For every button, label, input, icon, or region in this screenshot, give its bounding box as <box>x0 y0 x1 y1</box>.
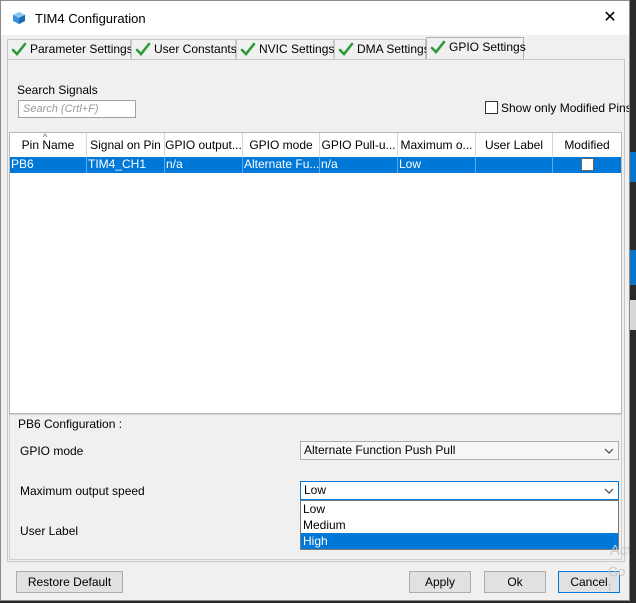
max-speed-label: Maximum output speed <box>20 484 145 498</box>
window-title: TIM4 Configuration <box>35 11 146 26</box>
table-row[interactable]: PB6 TIM4_CH1 n/a Alternate Fu... n/a Low <box>10 157 621 173</box>
column-header[interactable]: GPIO output... <box>165 133 243 157</box>
background-window-strip <box>630 300 636 330</box>
cell-pin-name: PB6 <box>10 157 87 173</box>
watermark-text: Act <box>610 542 630 559</box>
background-window-strip <box>630 152 636 182</box>
chevron-down-icon <box>604 448 614 454</box>
cell-user-label <box>476 157 553 173</box>
cell-modified <box>553 157 621 173</box>
speed-option-low[interactable]: Low <box>301 501 618 517</box>
check-icon <box>240 42 256 56</box>
watermark-text: Go t <box>608 564 626 594</box>
signals-table: ^ Pin Name Signal on Pin GPIO output... … <box>9 132 622 414</box>
speed-option-medium[interactable]: Medium <box>301 517 618 533</box>
sort-up-icon: ^ <box>43 133 48 142</box>
gpio-settings-panel: Search Signals Show only Modified Pins ^… <box>7 59 629 562</box>
column-header[interactable]: GPIO mode <box>243 133 320 157</box>
tab-nvic-settings[interactable]: NVIC Settings <box>236 39 334 59</box>
gpio-mode-select[interactable]: Alternate Function Push Pull <box>300 441 619 460</box>
cube-icon <box>13 12 25 24</box>
tab-parameter-settings[interactable]: Parameter Settings <box>7 39 133 59</box>
cell-max-speed: Low <box>398 157 476 173</box>
tab-user-constants[interactable]: User Constants <box>131 39 237 59</box>
show-modified-pins-checkbox[interactable]: Show only Modified Pins <box>485 101 629 115</box>
restore-default-button[interactable]: Restore Default <box>16 571 123 593</box>
speed-dropdown-list: Low Medium High <box>300 500 619 550</box>
cell-gpio-pull: n/a <box>320 157 398 173</box>
tab-dma-settings[interactable]: DMA Settings <box>334 39 430 59</box>
cell-gpio-output: n/a <box>165 157 243 173</box>
title-bar: TIM4 Configuration ✕ <box>1 1 629 35</box>
background-window-strip <box>630 0 636 30</box>
apply-button[interactable]: Apply <box>409 571 471 593</box>
column-header[interactable]: User Label <box>476 133 553 157</box>
close-button[interactable]: ✕ <box>599 7 621 29</box>
table-header: ^ Pin Name Signal on Pin GPIO output... … <box>10 133 621 158</box>
max-speed-select[interactable]: Low <box>300 481 619 500</box>
pin-configuration-group: PB6 Configuration : GPIO mode Alternate … <box>9 414 622 560</box>
cell-gpio-mode: Alternate Fu... <box>244 157 320 173</box>
ok-button[interactable]: Ok <box>484 571 546 593</box>
chevron-down-icon <box>604 488 614 494</box>
column-header[interactable]: Modified <box>553 133 621 157</box>
column-header[interactable]: Signal on Pin <box>87 133 165 157</box>
checkbox-box[interactable] <box>485 101 498 114</box>
modified-checkbox[interactable] <box>581 158 594 171</box>
speed-option-high[interactable]: High <box>301 533 618 549</box>
config-title: PB6 Configuration : <box>18 417 123 431</box>
column-header[interactable]: ^ Pin Name <box>10 133 87 157</box>
background-window-strip <box>630 250 636 285</box>
check-icon <box>430 40 446 54</box>
gpio-mode-label: GPIO mode <box>20 444 84 458</box>
column-header[interactable]: GPIO Pull-u... <box>320 133 398 157</box>
user-label-label: User Label <box>20 524 79 538</box>
search-input[interactable] <box>18 100 136 118</box>
column-header[interactable]: Maximum o... <box>398 133 476 157</box>
tab-gpio-settings[interactable]: GPIO Settings <box>426 37 526 60</box>
check-icon <box>11 42 27 56</box>
check-icon <box>135 42 151 56</box>
search-label: Search Signals <box>17 83 98 97</box>
check-icon <box>338 42 354 56</box>
cell-signal: TIM4_CH1 <box>87 157 165 173</box>
tim4-config-dialog: TIM4 Configuration ✕ Parameter Settings … <box>0 0 630 601</box>
